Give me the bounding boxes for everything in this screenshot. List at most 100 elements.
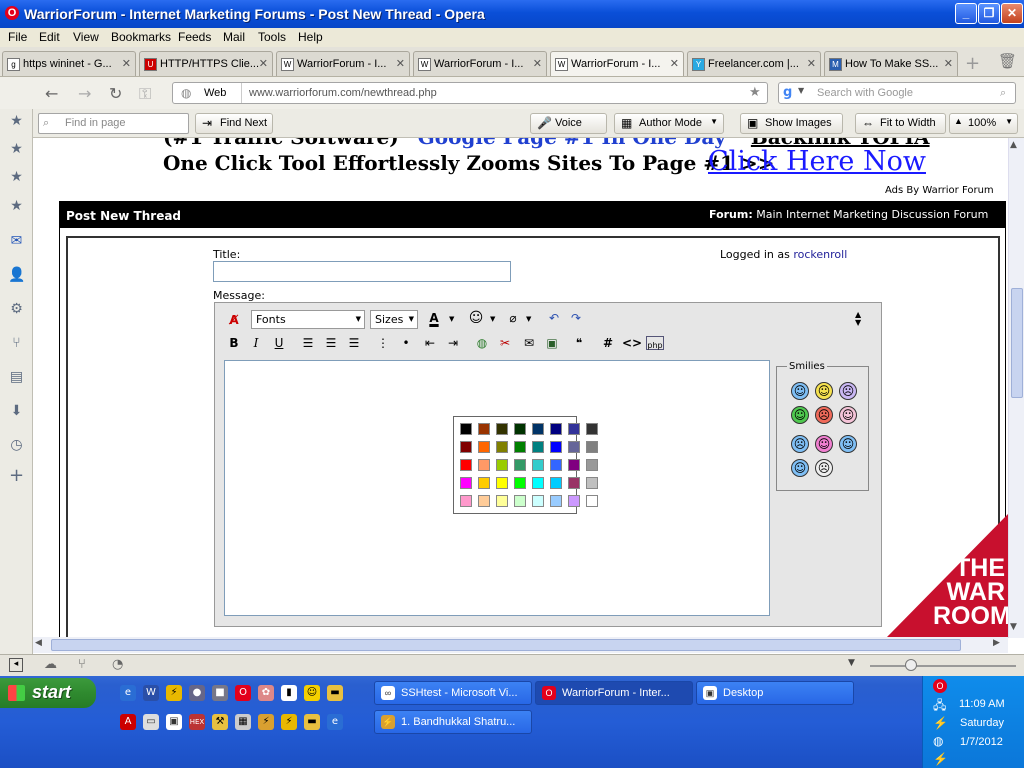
task-button[interactable]: ⚡ 1. Bandhukkal Shatru... [374, 710, 532, 734]
tab[interactable]: M How To Make SS... ✕ [824, 51, 958, 76]
window-icon[interactable]: ▣ [166, 714, 182, 730]
color-swatch[interactable] [478, 477, 490, 489]
color-swatch[interactable] [478, 495, 490, 507]
php-code-icon[interactable]: php [646, 336, 664, 350]
remove-link-icon[interactable]: ✂ [496, 334, 514, 352]
folder-icon[interactable]: ▬ [327, 685, 343, 701]
align-right-icon[interactable]: ☰ [345, 334, 363, 352]
forum-name[interactable]: Main Internet Marketing Discussion Forum [756, 208, 988, 221]
hex-editor-icon[interactable]: HEX [189, 714, 205, 730]
color-swatch[interactable] [568, 423, 580, 435]
task-button[interactable]: ∞ SSHtest - Microsoft Vi... [374, 681, 532, 705]
chevron-down-icon[interactable]: ▼ [848, 658, 855, 668]
color-swatch[interactable] [532, 423, 544, 435]
chevron-down-icon[interactable]: ▼ [449, 315, 454, 323]
trash-icon[interactable]: 🗑 [998, 52, 1017, 70]
code-hash-icon[interactable]: # [599, 334, 617, 352]
menu-help[interactable]: Help [298, 30, 323, 44]
find-next-button[interactable]: ⇥ Find Next [195, 113, 273, 134]
forward-button[interactable]: → [78, 84, 91, 103]
scroll-thumb[interactable] [1011, 288, 1023, 398]
menu-view[interactable]: View [73, 30, 99, 44]
horizontal-scrollbar[interactable]: ◀ ▶ [33, 637, 1008, 653]
panel-toggle-icon[interactable]: ◂ [9, 658, 23, 672]
vertical-scrollbar[interactable]: ▲ ▼ [1008, 138, 1024, 638]
menu-feeds[interactable]: Feeds [178, 30, 211, 44]
scroll-right-icon[interactable]: ▶ [993, 638, 1000, 648]
unite-cloud-icon[interactable]: ☁ [44, 657, 57, 672]
insert-image-icon[interactable]: ▣ [543, 334, 561, 352]
italic-icon[interactable]: I [247, 334, 265, 352]
opera-icon[interactable]: O [235, 685, 251, 701]
acrobat-icon[interactable]: A [120, 714, 136, 730]
close-tab-icon[interactable]: ✕ [944, 57, 953, 70]
tray-app-icon[interactable]: ⚡ [933, 716, 948, 730]
color-swatch[interactable] [568, 477, 580, 489]
color-swatch[interactable] [550, 477, 562, 489]
voice-button[interactable]: 🎤 Voice [530, 113, 607, 134]
text-color-icon[interactable]: A [425, 309, 443, 327]
mad-icon[interactable]: ☹ [815, 406, 833, 424]
close-tab-icon[interactable]: ✕ [259, 57, 268, 70]
ordered-list-icon[interactable]: ⋮ [374, 334, 392, 352]
confused-icon[interactable]: ☹ [791, 435, 809, 453]
search-field[interactable]: g ▼ Search with Google ⌕ [778, 82, 1016, 104]
mouse-icon[interactable]: ● [189, 685, 205, 701]
turbo-icon[interactable]: ⑂ [78, 657, 86, 672]
app-icon[interactable]: ✿ [258, 685, 274, 701]
color-swatch[interactable] [514, 441, 526, 453]
unordered-list-icon[interactable]: • [397, 334, 415, 352]
color-swatch[interactable] [550, 441, 562, 453]
menu-tools[interactable]: Tools [258, 30, 286, 44]
close-tab-icon[interactable]: ✕ [533, 57, 542, 70]
gear-icon[interactable]: ⚙ [8, 301, 25, 318]
color-swatch[interactable] [514, 495, 526, 507]
menu-file[interactable]: File [8, 30, 27, 44]
smile-icon[interactable]: ☺ [791, 382, 809, 400]
zoom-slider-thumb[interactable] [905, 659, 917, 671]
color-swatch[interactable] [496, 423, 508, 435]
align-center-icon[interactable]: ☰ [322, 334, 340, 352]
attachment-icon[interactable]: ⌀ [504, 309, 522, 327]
scroll-up-icon[interactable]: ▲ [1010, 140, 1017, 150]
task-button-active[interactable]: O WarriorForum - Inter... [535, 681, 693, 705]
indent-icon[interactable]: ⇥ [444, 334, 462, 352]
zoom-select[interactable]: ▲ 100% ▼ [949, 113, 1018, 134]
color-swatch[interactable] [568, 459, 580, 471]
tray-app-icon[interactable]: ◍ [933, 734, 943, 748]
eek-icon[interactable]: ☹ [815, 459, 833, 477]
color-swatch[interactable] [532, 477, 544, 489]
back-button[interactable]: ← [45, 84, 58, 103]
app-icon[interactable]: ■ [212, 685, 228, 701]
color-swatch[interactable] [496, 477, 508, 489]
minimize-button[interactable]: _ [955, 3, 977, 24]
ad-link[interactable]: Google Page #1 In One Day [418, 138, 726, 149]
color-swatch[interactable] [568, 441, 580, 453]
ie-icon[interactable]: e [327, 714, 343, 730]
chevron-down-icon[interactable]: ▼ [798, 86, 804, 95]
menu-bookmarks[interactable]: Bookmarks [111, 30, 171, 44]
tab[interactable]: g https wininet - G... ✕ [2, 51, 136, 76]
transfers-icon[interactable]: ⑂ [8, 335, 25, 352]
tools-icon[interactable]: ⚒ [212, 714, 228, 730]
tab[interactable]: W WarriorForum - I... ✕ [276, 51, 410, 76]
app-icon[interactable]: ▮ [281, 685, 297, 701]
start-button[interactable]: start [0, 678, 96, 708]
color-swatch[interactable] [460, 477, 472, 489]
key-icon[interactable]: ⚿ [139, 84, 151, 104]
cool-icon[interactable]: ☺ [791, 459, 809, 477]
color-swatch[interactable] [496, 459, 508, 471]
color-swatch[interactable] [514, 477, 526, 489]
title-input[interactable] [213, 261, 511, 282]
find-input[interactable]: ⌕ Find in page [38, 113, 189, 134]
close-tab-icon[interactable]: ✕ [396, 57, 405, 70]
scroll-down-icon[interactable]: ▼ [1010, 622, 1017, 632]
insert-email-icon[interactable]: ✉ [520, 334, 538, 352]
tab[interactable]: Y Freelancer.com |... ✕ [687, 51, 821, 76]
username-link[interactable]: rockenroll [793, 248, 847, 261]
messenger-icon[interactable]: ☺ [304, 685, 320, 701]
color-swatch[interactable] [586, 477, 598, 489]
search-icon[interactable]: ⌕ [1000, 86, 1006, 100]
color-swatch[interactable] [586, 423, 598, 435]
menu-mail[interactable]: Mail [223, 30, 245, 44]
